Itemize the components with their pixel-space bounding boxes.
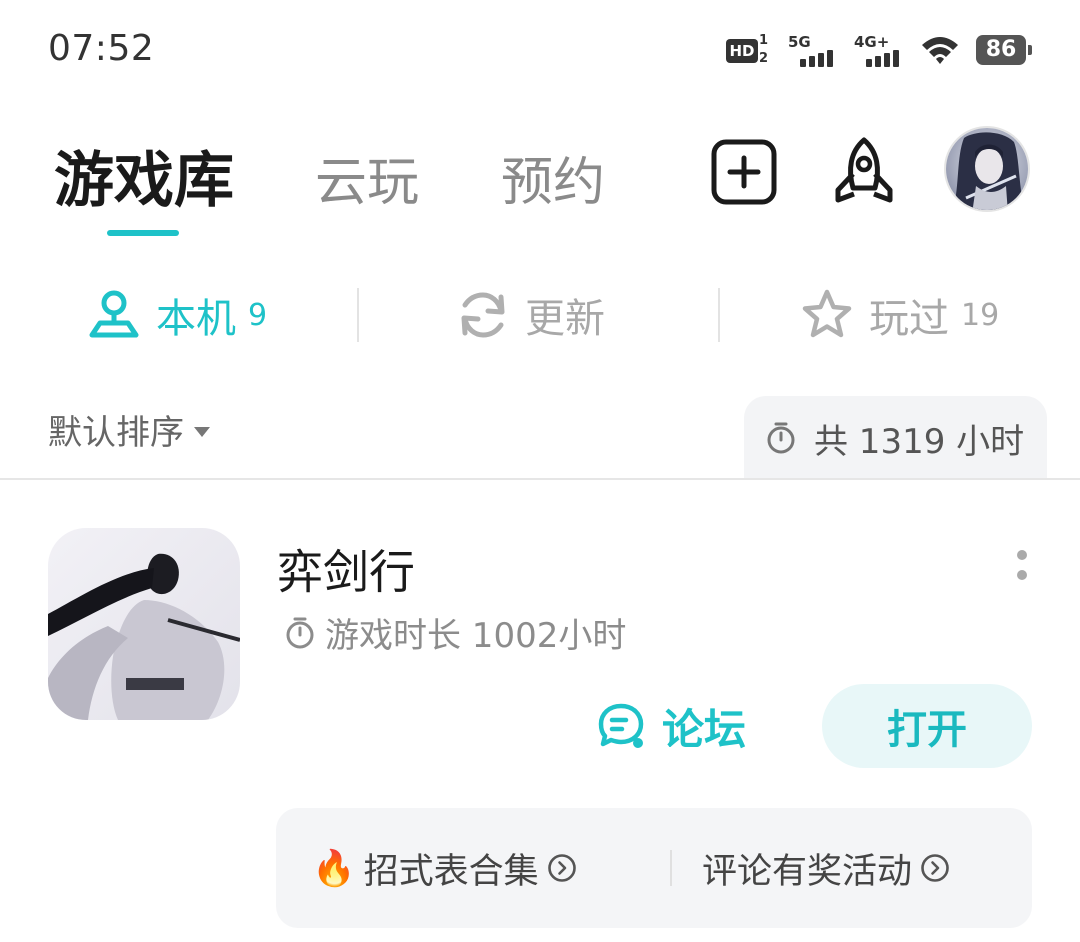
divider: [718, 288, 720, 342]
sub-tab-local[interactable]: 本机 9: [86, 280, 267, 350]
sub-tab-label: 更新: [525, 296, 605, 342]
link-review-event[interactable]: 评论有奖活动: [702, 846, 950, 892]
sub-tab-label: 玩过: [869, 296, 949, 342]
top-tab-bar: 游戏库 云玩 预约: [0, 120, 1080, 240]
more-dot-icon: [1017, 570, 1027, 580]
open-game-button[interactable]: 打开: [822, 684, 1032, 768]
speed-boost-button[interactable]: [824, 132, 904, 212]
sub-tab-played[interactable]: 玩过 19: [799, 280, 999, 350]
link-label: 招式表合集: [363, 851, 539, 892]
caret-down-icon: [194, 426, 210, 437]
hd-sup: 1: [759, 33, 769, 48]
active-tab-indicator: [107, 230, 179, 236]
status-bar: 07:52 HD 1 2 5G 4G+ 86: [0, 0, 1080, 100]
forum-button[interactable]: 论坛: [596, 696, 746, 756]
status-icons: HD 1 2 5G 4G+ 86: [726, 30, 1032, 70]
game-cover-image: [48, 528, 240, 720]
chevron-circle-right-icon: [547, 854, 576, 882]
battery-level: 86: [976, 35, 1026, 65]
divider: [670, 850, 672, 886]
divider: [357, 288, 359, 342]
link-label: 评论有奖活动: [702, 851, 913, 892]
more-dot-icon: [1017, 550, 1027, 560]
fire-icon: 🔥: [312, 848, 356, 889]
avatar-image: [946, 128, 1028, 210]
divider: [0, 478, 1080, 480]
rocket-icon: [835, 137, 893, 203]
sub-tab-count: 19: [961, 297, 1000, 333]
wifi-icon: [922, 37, 958, 64]
timer-icon: [286, 617, 314, 648]
sim1-label: 5G: [788, 33, 811, 51]
game-playtime: 游戏时长 1002小时: [283, 608, 626, 657]
sim2-label: 4G+: [854, 33, 890, 51]
refresh-icon: [461, 292, 505, 338]
total-playtime-chip: 共 1319 小时: [744, 396, 1047, 480]
sort-label: 默认排序: [48, 413, 184, 453]
sub-tab-updates[interactable]: 更新: [455, 280, 605, 350]
star-outline-icon: [802, 289, 852, 338]
local-device-icon: [89, 290, 139, 338]
total-playtime-label: 共 1319 小时: [814, 421, 1025, 462]
chevron-circle-right-icon: [921, 854, 949, 882]
playtime-label: 游戏时长 1002小时: [325, 616, 627, 656]
battery-icon: 86: [976, 35, 1032, 65]
hd-sub: 2: [759, 51, 769, 66]
timer-icon: [767, 422, 795, 454]
sub-tab-count: 9: [248, 297, 268, 333]
tab-game-library[interactable]: 游戏库: [54, 132, 234, 219]
game-icon[interactable]: [48, 528, 240, 720]
sub-tab-label: 本机: [156, 296, 236, 342]
plus-square-icon: [711, 139, 777, 205]
game-quick-links: 🔥 招式表合集 评论有奖活动: [276, 808, 1032, 928]
status-time: 07:52: [48, 28, 155, 69]
link-move-list[interactable]: 🔥 招式表合集: [312, 846, 577, 892]
add-game-button[interactable]: [704, 132, 784, 212]
sim1-signal-icon: 5G: [788, 33, 838, 67]
avatar[interactable]: [944, 126, 1030, 212]
hd-label: HD: [726, 39, 758, 63]
sim2-signal-icon: 4G+: [854, 33, 904, 67]
more-options-button[interactable]: [1000, 540, 1044, 590]
sub-tab-bar: 本机 9 更新 玩过 19: [0, 280, 1080, 350]
tab-cloud-play[interactable]: 云玩: [315, 140, 419, 215]
hd-voice-icon: HD 1 2: [726, 33, 772, 67]
chat-bubble-icon: [598, 703, 644, 748]
forum-label: 论坛: [662, 704, 747, 754]
sort-dropdown[interactable]: 默认排序: [48, 405, 210, 454]
tab-reservation[interactable]: 预约: [501, 140, 605, 215]
game-title[interactable]: 弈剑行: [277, 536, 415, 602]
